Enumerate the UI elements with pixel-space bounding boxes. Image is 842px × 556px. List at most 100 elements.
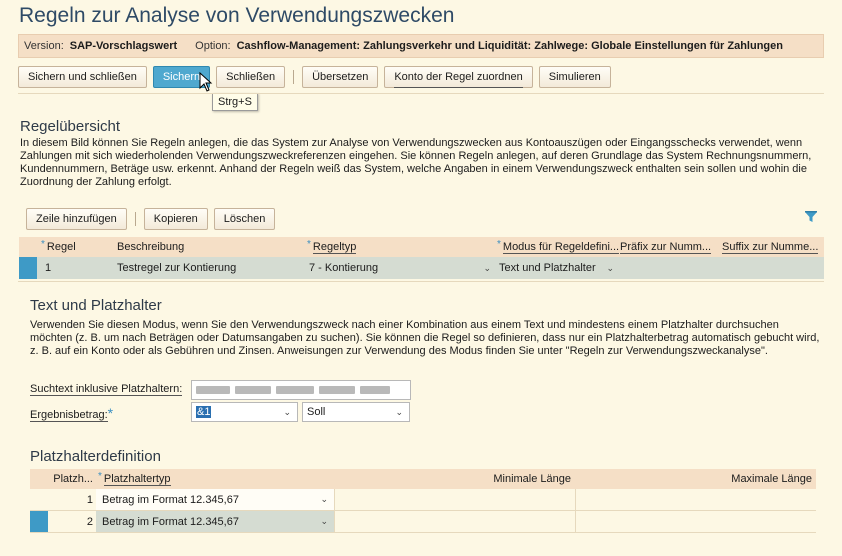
col-min-length[interactable]: Minimale Länge <box>334 469 575 489</box>
col-prefix-label: Präfix zur Numm... <box>620 240 712 254</box>
masked-text <box>360 386 390 394</box>
required-marker: * <box>41 239 45 250</box>
col-rule-label: Regel <box>46 241 76 253</box>
col-mode-label: Modus für Regeldefini... <box>502 240 620 254</box>
close-button[interactable]: Schließen <box>216 66 286 88</box>
overview-toolbar: Zeile hinzufügen Kopieren Löschen <box>26 208 281 230</box>
required-marker: * <box>98 471 102 482</box>
mouse-cursor-icon <box>199 72 213 92</box>
chevron-down-icon: ⌄ <box>320 516 328 526</box>
col-max-length[interactable]: Maximale Länge <box>575 469 816 489</box>
search-text-field[interactable] <box>191 380 411 400</box>
placeholder-table-header: Platzh... * Platzhaltertyp Minimale Länge… <box>30 469 816 489</box>
cell-max-length[interactable] <box>575 489 816 510</box>
debit-credit-dropdown[interactable]: Soll ⌄ <box>302 402 410 422</box>
search-text-label-text: Suchtext inklusive Platzhaltern: <box>30 383 183 396</box>
row-selector[interactable] <box>30 511 48 532</box>
required-marker: * <box>307 239 311 250</box>
row-selector[interactable] <box>30 489 48 510</box>
context-info-bar: Version: SAP-Vorschlagswert Option: Cash… <box>18 34 824 58</box>
cell-rule: 1 <box>45 262 52 274</box>
option-value: Cashflow-Management: Zahlungsverkehr und… <box>236 40 783 52</box>
table-row[interactable]: 1 Betrag im Format 12.345,67 ⌄ <box>30 489 816 511</box>
add-row-button[interactable]: Zeile hinzufügen <box>26 208 127 230</box>
col-placeholder-type-label: Platzhaltertyp <box>103 472 171 486</box>
toolbar-separator <box>134 212 136 226</box>
main-toolbar: Sichern und schließen Sichern Schließen … <box>18 66 617 88</box>
result-amount-label: Ergebnisbetrag:* <box>30 405 113 422</box>
table-row[interactable]: 1 Testregel zur Kontierung 7 - Kontierun… <box>19 257 824 279</box>
option-label: Option: <box>195 40 231 52</box>
save-shortcut-tooltip: Strg+S <box>212 93 258 111</box>
col-suffix[interactable]: Suffix zur Numme... <box>722 237 824 257</box>
cell-min-length[interactable] <box>334 511 575 532</box>
table-row[interactable]: 2 Betrag im Format 12.345,67 ⌄ <box>30 511 816 533</box>
cell-pos: 1 <box>86 493 93 506</box>
cell-suffix[interactable] <box>722 257 824 279</box>
rule-type-value: 7 - Kontierung <box>309 262 379 274</box>
col-rule-type[interactable]: * Regeltyp <box>307 237 497 257</box>
col-rule[interactable]: * Regel <box>41 237 117 257</box>
col-prefix[interactable]: Präfix zur Numm... <box>620 237 722 257</box>
debit-credit-value: Soll <box>307 406 326 418</box>
selector-col-header <box>30 469 48 489</box>
search-text-label: Suchtext inklusive Platzhaltern: <box>30 383 183 396</box>
chevron-down-icon: ⌄ <box>320 494 328 504</box>
text-placeholder-title: Text und Platzhalter <box>30 297 162 314</box>
toolbar-divider <box>18 93 824 94</box>
filter-settings-icon[interactable] <box>804 210 818 224</box>
row-selector[interactable] <box>19 257 41 279</box>
placeholder-type-dropdown[interactable]: Betrag im Format 12.345,67 ⌄ <box>96 511 334 532</box>
rule-type-dropdown[interactable]: 7 - Kontierung ⌄ <box>307 257 497 279</box>
masked-text <box>276 386 314 394</box>
placeholder-table: Platzh... * Platzhaltertyp Minimale Länge… <box>30 469 816 533</box>
col-rule-type-label: Regeltyp <box>312 240 357 254</box>
version-label: Version: <box>24 40 64 52</box>
placeholder-type-dropdown[interactable]: Betrag im Format 12.345,67 ⌄ <box>96 489 334 510</box>
result-amount-label-text: Ergebnisbetrag: <box>30 409 108 422</box>
cell-prefix[interactable] <box>620 257 722 279</box>
cell-pos: 2 <box>86 515 93 528</box>
toolbar-separator <box>293 70 295 84</box>
assign-account-button[interactable]: Konto der Regel zuordnen <box>384 66 533 88</box>
result-amount-value: &1 <box>196 406 212 418</box>
col-suffix-label: Suffix zur Numme... <box>722 240 819 254</box>
save-and-close-button[interactable]: Sichern und schließen <box>18 66 147 88</box>
col-placeholder-pos[interactable]: Platzh... <box>48 469 96 489</box>
chevron-down-icon: ⌄ <box>606 262 614 273</box>
masked-text <box>235 386 271 394</box>
col-mode[interactable]: * Modus für Regeldefini... <box>497 237 620 257</box>
translate-button[interactable]: Übersetzen <box>302 66 379 88</box>
chevron-down-icon: ⌄ <box>395 406 403 417</box>
page-title: Regeln zur Analyse von Verwendungszwecke… <box>19 4 455 27</box>
version-value: SAP-Vorschlagswert <box>69 40 178 52</box>
result-amount-dropdown[interactable]: &1 ⌄ <box>191 402 298 422</box>
masked-text <box>319 386 355 394</box>
col-description[interactable]: Beschreibung <box>117 237 307 257</box>
text-placeholder-description: Verwenden Sie diesen Modus, wenn Sie den… <box>30 319 820 357</box>
mode-value: Text und Platzhalter <box>499 262 596 274</box>
col-placeholder-pos-label: Platzh... <box>53 473 93 485</box>
table-bottom-line <box>18 281 824 282</box>
cell-min-length[interactable] <box>334 489 575 510</box>
overview-title: Regelübersicht <box>20 118 121 135</box>
overview-description: In diesem Bild können Sie Regeln anlegen… <box>20 137 812 188</box>
col-max-length-label: Maximale Länge <box>731 473 812 485</box>
simulate-button[interactable]: Simulieren <box>538 66 611 88</box>
mode-dropdown[interactable]: Text und Platzhalter ⌄ <box>497 257 620 279</box>
row-selected-marker <box>19 257 37 279</box>
placeholder-type-value: Betrag im Format 12.345,67 <box>102 493 239 506</box>
cell-max-length[interactable] <box>575 511 816 532</box>
rules-table-header: * Regel Beschreibung * Regeltyp * Modus für… <box>19 237 824 257</box>
masked-text <box>196 386 230 394</box>
row-selected-marker <box>30 511 48 532</box>
col-description-label: Beschreibung <box>117 241 185 253</box>
rules-table: * Regel Beschreibung * Regeltyp * Modus für… <box>19 237 824 279</box>
col-placeholder-type[interactable]: * Platzhaltertyp <box>96 469 334 489</box>
chevron-down-icon: ⌄ <box>483 262 491 273</box>
delete-button[interactable]: Löschen <box>213 208 276 230</box>
col-min-length-label: Minimale Länge <box>493 473 571 485</box>
cell-description: Testregel zur Kontierung <box>117 262 237 274</box>
placeholder-def-title: Platzhalterdefinition <box>30 448 161 465</box>
copy-button[interactable]: Kopieren <box>143 208 208 230</box>
